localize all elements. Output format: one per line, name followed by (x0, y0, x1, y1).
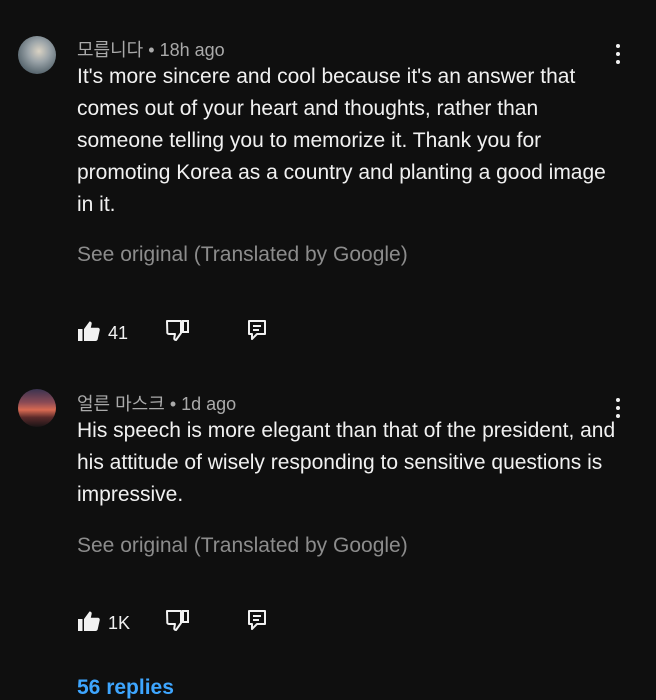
see-original-link[interactable]: See original (Translated by Google) (77, 243, 408, 267)
like-icon[interactable] (77, 319, 101, 343)
separator-dot: • (148, 40, 155, 60)
comment-meta: 모릅니다 • 18h ago (77, 36, 225, 62)
see-original-link[interactable]: See original (Translated by Google) (77, 534, 408, 558)
comment-meta: 얼른 마스크 • 1d ago (77, 390, 236, 416)
comment-text: His speech is more elegant than that of … (77, 419, 616, 506)
timestamp[interactable]: 18h ago (160, 40, 225, 60)
view-replies-link[interactable]: 56 replies (77, 676, 174, 700)
comment-text: It's more sincere and cool because it's … (77, 65, 606, 216)
dislike-icon[interactable] (165, 319, 191, 343)
reply-icon[interactable] (247, 319, 267, 341)
reply-icon[interactable] (247, 609, 267, 631)
like-icon[interactable] (77, 609, 101, 633)
timestamp[interactable]: 1d ago (181, 394, 236, 414)
like-count: 41 (108, 323, 129, 343)
avatar[interactable] (18, 389, 56, 427)
dislike-icon[interactable] (165, 609, 191, 633)
avatar[interactable] (18, 36, 56, 74)
like-count: 1K (108, 613, 131, 633)
separator-dot: • (169, 394, 177, 414)
author-name[interactable]: 모릅니다 (77, 40, 143, 60)
author-name[interactable]: 얼른 마스크 (77, 394, 165, 414)
